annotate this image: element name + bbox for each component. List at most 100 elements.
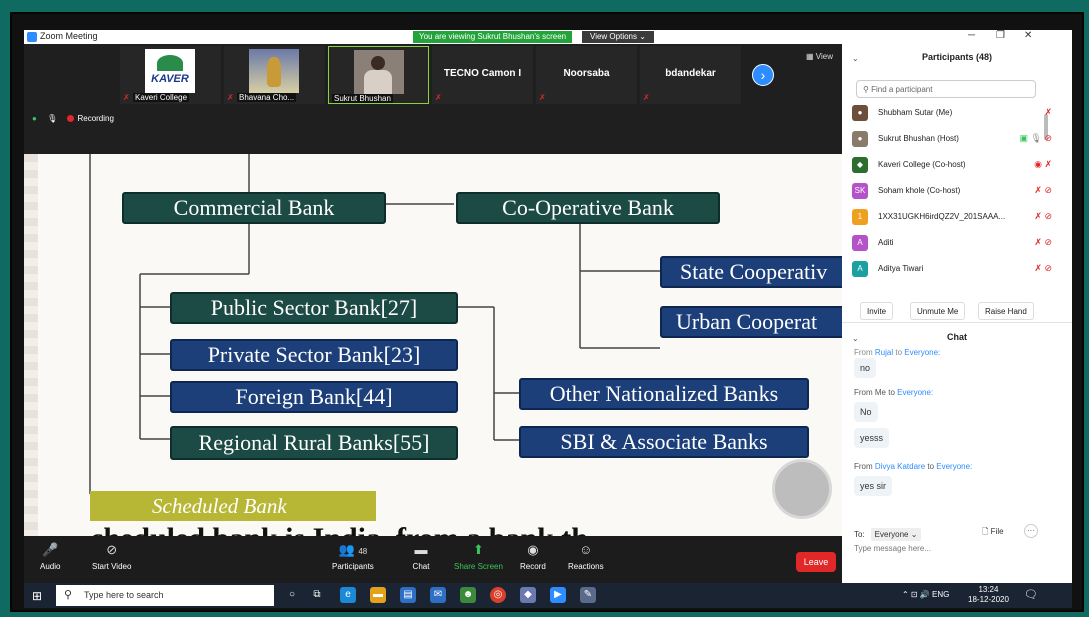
urban-coop-box: Urban Cooperat [660, 306, 842, 338]
state-coop-box: State Cooperativ [660, 256, 842, 288]
view-options-button[interactable]: View Options ⌄ [582, 31, 654, 43]
participant-search-input[interactable]: ⚲ Find a participant [856, 80, 1036, 98]
viewing-banner: You are viewing Sukrut Bhushan's screen [413, 31, 573, 43]
window-title: Zoom Meeting [40, 31, 98, 41]
participant-row[interactable]: A Aditya Tiwari ✗ ⊘ [852, 258, 1052, 282]
mic-video-off-icons: ✗ ⊘ [1034, 211, 1052, 221]
windows-start-icon[interactable]: ⊞ [32, 589, 42, 603]
app-icon[interactable]: ☻ [460, 587, 476, 603]
mic-muted-icon: ✗ [539, 93, 546, 102]
file-icon: 🗋 [982, 527, 989, 536]
participants-title: Participants (48) [921, 52, 993, 62]
mic-icon: 🎙 [47, 114, 58, 123]
meeting-toolbar: 🎤 Audio ⊘ Start Video 👥 48 Participants ▬ Ch… [24, 536, 842, 583]
mic-video-off-icons: ✗ ⊘ [1034, 263, 1052, 273]
participants-chat-panel: ⌄ Participants (48) ⚲ Find a participant… [842, 44, 1072, 583]
participant-row[interactable]: SK Soham khole (Co-host) ✗ ⊘ [852, 180, 1052, 204]
cortana-icon[interactable]: ○ [284, 587, 300, 603]
participants-button[interactable]: 👥 48 Participants [332, 542, 374, 571]
windows-taskbar: ⊞ ⚲ Type here to search ○ ⧉ e ▬ ▤ ✉ ☻ ◎ ◆… [24, 583, 1072, 608]
clock[interactable]: 13:24 18-12-2020 [968, 585, 1009, 605]
participant-row[interactable]: ◆ Kaveri College (Co-host) ◉ ✗ [852, 154, 1052, 178]
paint-icon[interactable]: ✎ [580, 587, 596, 603]
thumb-label: Bhavana Cho... [237, 93, 297, 102]
message-meta: From Rujal to Everyone: [854, 348, 941, 357]
title-bar: Zoom Meeting You are viewing Sukrut Bhus… [24, 30, 1072, 44]
close-button[interactable]: ✕ [1024, 30, 1032, 41]
taskbar-search-input[interactable]: ⚲ Type here to search [56, 585, 274, 606]
start-video-button[interactable]: ⊘ Start Video [92, 542, 131, 571]
record-button[interactable]: ◉ Record [520, 542, 546, 571]
avatar: ● [852, 131, 868, 147]
chrome-icon[interactable]: ◎ [490, 587, 506, 603]
record-mic-muted-icons: ◉ ✗ [1034, 159, 1052, 169]
thumb-name: bdandekar [665, 68, 716, 79]
chat-recipient: To: Everyone ⌄ [854, 528, 922, 541]
thumb-label: Sukrut Bhushan [332, 94, 393, 103]
mic-muted-icon: ✗ [227, 93, 234, 102]
mic-muted-icon: ✗ [123, 93, 130, 102]
file-explorer-icon[interactable]: ▬ [370, 587, 386, 603]
leave-button[interactable]: Leave [796, 552, 836, 572]
recipient-select[interactable]: Everyone ⌄ [870, 528, 922, 541]
participant-row[interactable]: 1 1XX31UGKH6irdQZ2V_201SAAA... ✗ ⊘ [852, 206, 1052, 230]
video-thumb-kaveri[interactable]: KAVER ✗ Kaveri College [120, 46, 221, 104]
avatar: 1 [852, 209, 868, 225]
zoom-icon[interactable]: ▶ [550, 587, 566, 603]
unmute-me-button[interactable]: Unmute Me [910, 302, 966, 320]
commercial-bank-box: Commercial Bank [122, 192, 386, 224]
minimize-button[interactable]: ─ [968, 30, 975, 41]
person-video-icon [354, 50, 404, 94]
mic-muted-icon: ✗ [435, 93, 442, 102]
video-thumb-noorsaba[interactable]: Noorsaba ✗ [536, 46, 637, 104]
private-sector-box: Private Sector Bank[23] [170, 339, 458, 371]
mail-icon[interactable]: ✉ [430, 587, 446, 603]
emblem-icon [249, 49, 299, 93]
teal-frame: Zoom Meeting You are viewing Sukrut Bhus… [0, 0, 1089, 617]
share-screen-icon: ⬆ [473, 542, 484, 557]
chat-message: No [854, 402, 878, 422]
avatar: ● [852, 105, 868, 121]
share-screen-button[interactable]: ⬆ Share Screen [454, 542, 503, 571]
sbi-box: SBI & Associate Banks [519, 426, 809, 458]
chat-button[interactable]: ▬ Chat [412, 542, 430, 571]
notifications-icon[interactable]: 🗨 [1024, 588, 1038, 601]
edge-icon[interactable]: e [340, 587, 356, 603]
view-button[interactable]: ▦ View [806, 52, 833, 61]
store-icon[interactable]: ▤ [400, 587, 416, 603]
participant-row[interactable]: A Aditi ✗ ⊘ [852, 232, 1052, 256]
thumb-label: Kaveri College [133, 93, 190, 102]
video-thumb-sukrut[interactable]: Sukrut Bhushan [328, 46, 429, 104]
record-dot-icon [67, 115, 75, 123]
system-tray[interactable]: ⌃ ⊡ 🔊 ENG [902, 590, 949, 599]
avatar: A [852, 235, 868, 251]
restore-button[interactable]: ❐ [996, 30, 1005, 41]
video-off-icon: ⊘ [106, 542, 118, 557]
next-page-chevron-icon[interactable]: › [752, 64, 774, 86]
more-options-icon[interactable]: ··· [1024, 524, 1038, 538]
avatar: ◆ [852, 157, 868, 173]
video-thumb-tecno[interactable]: TECNO Camon I ✗ [432, 46, 533, 104]
participant-row[interactable]: ● Sukrut Bhushan (Host) ▣ 🎙 ⊘ [852, 128, 1052, 152]
search-icon: ⚲ [863, 85, 869, 94]
participant-row[interactable]: ● Shubham Sutar (Me) ✗ [852, 102, 1052, 126]
video-thumb-bhavana[interactable]: ✗ Bhavana Cho... [224, 46, 325, 104]
divider [842, 322, 1072, 323]
chat-message: no [854, 358, 877, 378]
task-view-icon[interactable]: ⧉ [309, 587, 325, 603]
invite-button[interactable]: Invite [860, 302, 894, 320]
cooperative-bank-box: Co-Operative Bank [456, 192, 720, 224]
app-icon[interactable]: ◆ [520, 587, 536, 603]
audio-button[interactable]: 🎤 Audio [40, 542, 60, 571]
message-meta: From Divya Katdare to Everyone: [854, 462, 973, 471]
video-thumb-bdandekar[interactable]: bdandekar ✗ [640, 46, 741, 104]
message-meta: From Me to Everyone: [854, 388, 934, 397]
raise-hand-button[interactable]: Raise Hand [978, 302, 1034, 320]
file-button[interactable]: 🗋 File [982, 526, 1004, 540]
reactions-button[interactable]: ☺ Reactions [568, 542, 604, 571]
chat-message-input[interactable]: Type message here... [854, 544, 931, 553]
rrb-box: Regional Rural Banks[55] [170, 426, 458, 460]
other-nationalized-box: Other Nationalized Banks [519, 378, 809, 410]
mic-muted-icon: ✗ [643, 93, 650, 102]
public-sector-box: Public Sector Bank[27] [170, 292, 458, 324]
